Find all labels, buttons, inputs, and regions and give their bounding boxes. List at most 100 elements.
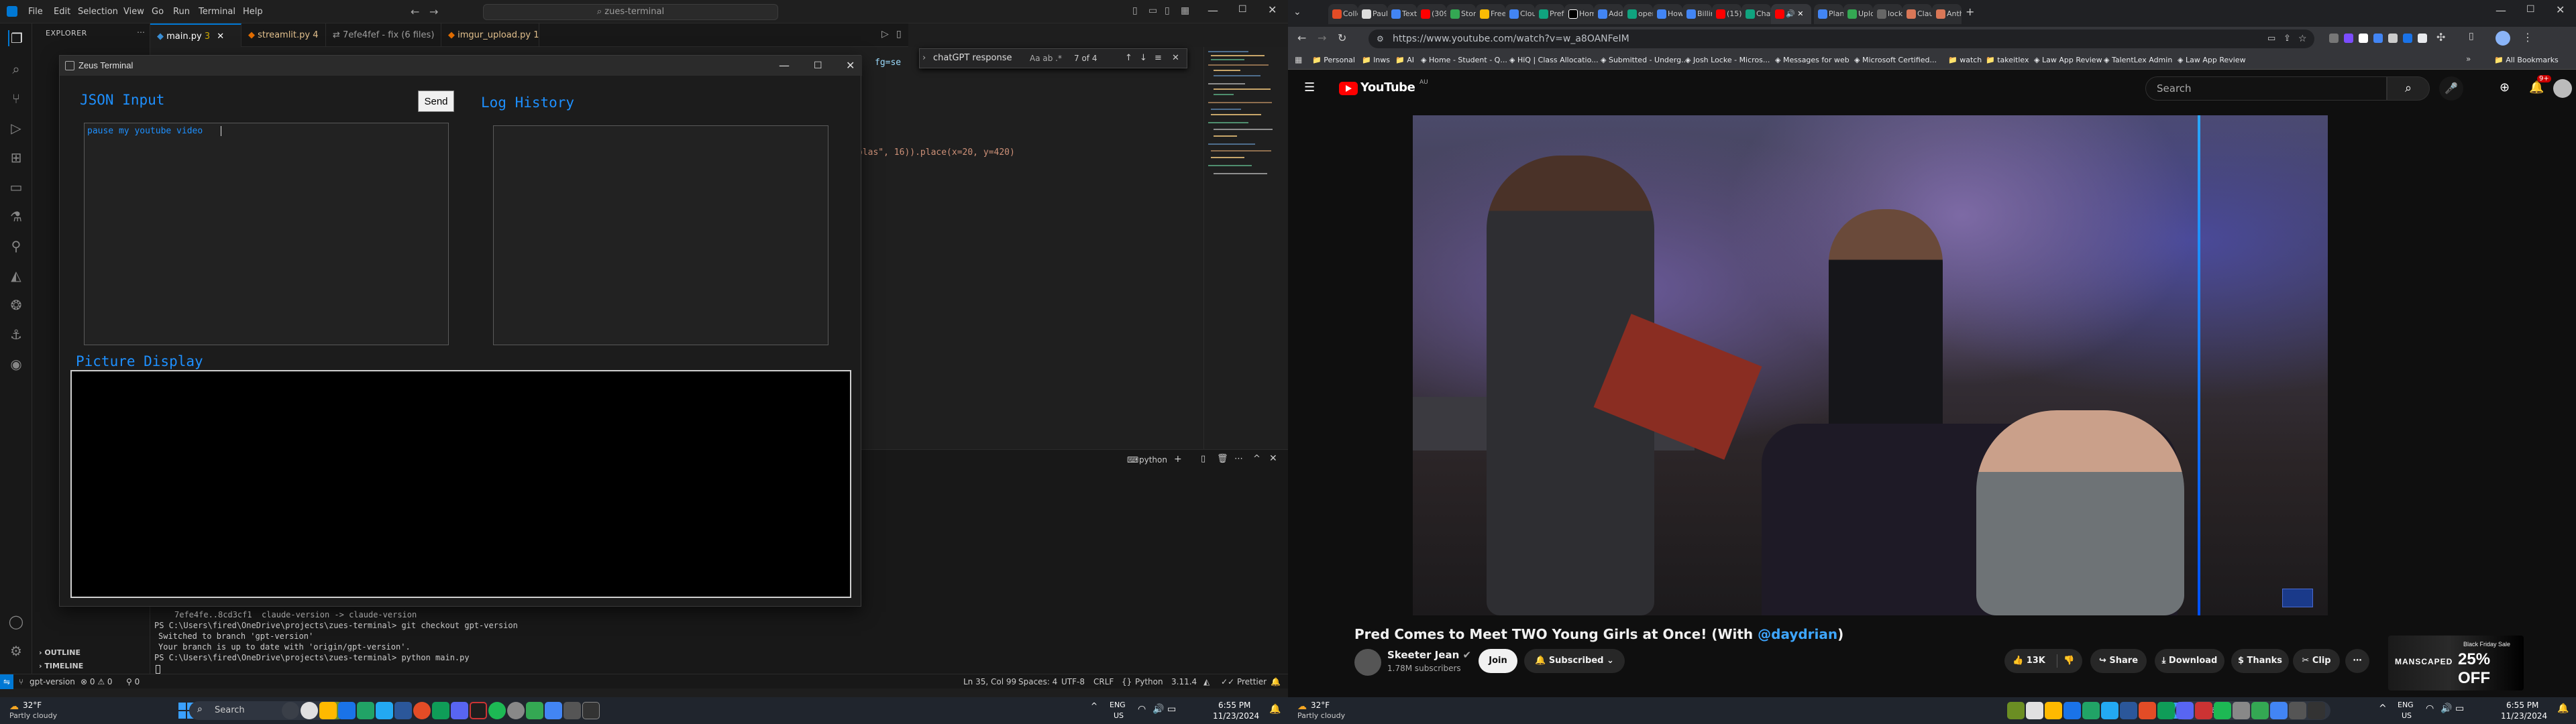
taskbar-app-icon[interactable] — [2082, 702, 2100, 719]
menu-run[interactable]: Run — [168, 0, 195, 23]
minimize-icon[interactable]: — — [1208, 4, 1218, 17]
remote-explorer-icon[interactable]: ▭ — [8, 179, 24, 195]
reading-list-icon[interactable]: ▯ — [2469, 31, 2474, 42]
close-panel-icon[interactable]: ✕ — [1269, 453, 1277, 464]
excel-icon[interactable] — [357, 702, 374, 719]
browser-tab[interactable]: Add — [1594, 4, 1623, 24]
app-icon[interactable] — [564, 702, 581, 719]
chrome-menu-icon[interactable]: ⋮ — [2522, 31, 2533, 44]
clock-date[interactable]: 11/23/2024 — [1213, 711, 1259, 721]
chevron-right-icon[interactable]: › — [922, 49, 926, 68]
wifi-icon[interactable]: ◠ — [2426, 703, 2434, 714]
notification-icon[interactable]: 🔔 — [1269, 704, 1281, 715]
close-icon[interactable]: ✕ — [846, 56, 855, 76]
bookmark-folder[interactable]: 📁 AI — [1395, 51, 1414, 70]
address-bar[interactable]: ⚙ https://www.youtube.com/watch?v=w_a8OA… — [1368, 29, 2314, 48]
taskbar-app-icon[interactable] — [2251, 702, 2269, 719]
more-actions-icon[interactable]: ⋯ — [137, 27, 145, 37]
status-ports[interactable]: ⚲ 0 — [126, 674, 140, 689]
status-language[interactable]: Python — [1135, 674, 1163, 689]
status-branch[interactable]: gpt-version — [30, 674, 75, 689]
arrow-down-icon[interactable]: ↓ — [1140, 49, 1147, 68]
tab-main-py[interactable]: ◆ main.py 3 ✕ — [150, 23, 241, 47]
trash-icon[interactable]: 🗑 — [1217, 454, 1228, 464]
input-region[interactable]: US — [1114, 711, 1124, 720]
close-icon[interactable]: ✕ — [1268, 3, 1277, 16]
taskbar-app-icon[interactable] — [2270, 702, 2288, 719]
browser-tab[interactable]: (309) — [1417, 4, 1446, 24]
browser-tab-active[interactable]: 🔊 ✕ — [1771, 4, 1811, 24]
browser-tab[interactable]: Plane — [1814, 4, 1843, 24]
audio-icon[interactable]: 🔊 — [1786, 9, 1795, 18]
bookmark[interactable]: ◈ Josh Locke - Micros... — [1685, 51, 1770, 70]
extension-icon[interactable] — [2344, 34, 2353, 43]
taskbar-app-icon[interactable] — [2214, 702, 2231, 719]
docker-icon[interactable]: ❂ — [8, 297, 24, 313]
copilot-icon[interactable]: ◭ — [8, 267, 24, 284]
status-position[interactable]: Ln 35, Col 99 — [963, 674, 1016, 689]
account-icon[interactable]: ◯ — [8, 613, 24, 629]
more-actions-button[interactable]: ⋯ — [2345, 649, 2369, 673]
new-terminal-icon[interactable]: + — [1174, 454, 1182, 465]
ad-banner[interactable]: MANSCAPED Black Friday Sale 25% OFF — [2388, 636, 2524, 690]
bookmark[interactable]: ◈ Law App Review — [2034, 51, 2102, 70]
input-lang[interactable]: ENG — [1110, 701, 1126, 709]
up-arrow-icon[interactable]: ^ — [2379, 703, 2387, 714]
spotify-icon[interactable] — [488, 702, 506, 719]
apps-grid-icon[interactable]: ▦ — [1295, 55, 1302, 64]
all-bookmarks[interactable]: 📁 All Bookmarks — [2494, 51, 2559, 70]
channel-avatar[interactable] — [1354, 649, 1381, 676]
status-encoding[interactable]: UTF-8 — [1061, 674, 1085, 689]
explorer-icon[interactable]: ❐ — [8, 30, 24, 46]
chrome-icon[interactable] — [413, 702, 431, 719]
create-video-icon[interactable]: ⊕ — [2500, 80, 2510, 95]
extension-icon[interactable] — [2359, 34, 2368, 43]
taskbar-app-icon[interactable] — [2233, 702, 2250, 719]
clip-button[interactable]: ✂ Clip — [2293, 649, 2340, 673]
video-player[interactable] — [1413, 115, 2328, 615]
browser-tab[interactable]: Anth — [1932, 4, 1962, 24]
reload-icon[interactable]: ↻ — [1338, 32, 1346, 44]
menu-selection[interactable]: Selection — [72, 0, 123, 23]
extension-icon[interactable] — [2329, 34, 2339, 43]
cast-icon[interactable]: ▭ — [2267, 29, 2275, 48]
taskbar-app-icon[interactable] — [2176, 702, 2194, 719]
remote-icon[interactable]: ⇋ — [0, 674, 13, 689]
like-count[interactable]: 13K — [2027, 656, 2045, 666]
close-icon[interactable]: ✕ — [217, 32, 224, 42]
join-button[interactable]: Join — [1479, 649, 1517, 673]
youtube-search-input[interactable]: Search — [2145, 76, 2387, 101]
status-python-version[interactable]: 3.11.4 — [1171, 674, 1197, 689]
minimap[interactable] — [1203, 47, 1288, 449]
like-icon[interactable]: 👍 — [2012, 656, 2027, 666]
weather-icon[interactable]: ☁ — [1297, 701, 1307, 712]
up-arrow-icon[interactable]: ^ — [1091, 701, 1097, 711]
maximize-icon[interactable]: ☐ — [1238, 4, 1247, 15]
mention-link[interactable]: @daydrian — [1758, 626, 1837, 642]
close-icon[interactable]: ✕ — [1797, 9, 1803, 18]
outlook-icon[interactable] — [338, 702, 356, 719]
site-info-icon[interactable]: ⚙ — [1377, 29, 1384, 48]
minimize-icon[interactable]: — — [2496, 4, 2506, 17]
bookmark-folder[interactable]: 📁 lnws — [1362, 51, 1390, 70]
taskbar-app-icon[interactable] — [2045, 702, 2062, 719]
volume-icon[interactable]: 🔊 — [2440, 703, 2452, 714]
maximize-icon[interactable]: ☐ — [2526, 4, 2535, 15]
channel-watermark[interactable] — [2282, 589, 2313, 607]
dislike-icon[interactable]: 👎 — [2063, 649, 2074, 673]
terminal-cursor[interactable] — [156, 665, 160, 674]
bookmark[interactable]: ◈ Microsoft Certified... — [1854, 51, 1937, 70]
download-button[interactable]: ⤓ Download — [2155, 649, 2224, 673]
bookmark-folder[interactable]: 📁 watch — [1948, 51, 1982, 70]
app-icon[interactable] — [470, 702, 487, 719]
browser-tab[interactable]: open — [1623, 4, 1653, 24]
status-spaces[interactable]: Spaces: 4 — [1018, 674, 1057, 689]
minimize-icon[interactable]: — — [779, 56, 790, 76]
search-icon[interactable]: ⌕ — [8, 61, 24, 77]
timeline-section[interactable]: › TIMELINE — [39, 662, 83, 670]
run-file-icon[interactable]: ▷ — [881, 29, 889, 40]
browser-tab[interactable]: Prefe — [1535, 4, 1564, 24]
share-icon[interactable]: ⇪ — [2284, 29, 2291, 48]
browser-tab[interactable]: Chat — [1741, 4, 1771, 24]
copilot-icon[interactable] — [301, 702, 318, 719]
